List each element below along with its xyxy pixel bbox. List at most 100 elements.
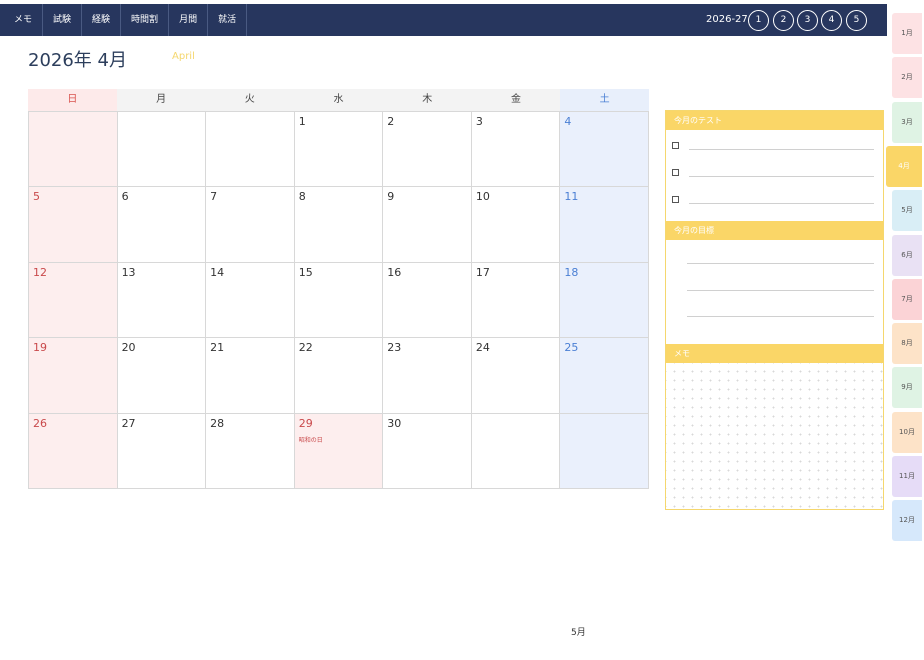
calendar-day-cell[interactable] <box>560 413 649 489</box>
year-circle-1[interactable]: 1 <box>748 10 769 31</box>
month-tab[interactable]: 9月 <box>892 367 922 409</box>
day-number: 9 <box>387 190 395 204</box>
test-checkbox[interactable] <box>672 196 679 203</box>
calendar-day-cell[interactable]: 22 <box>294 338 384 414</box>
calendar-day-cell[interactable] <box>206 112 295 188</box>
holiday-label: 昭和の日 <box>298 436 323 444</box>
month-tab[interactable]: 3月 <box>892 101 922 143</box>
day-number: 4 <box>564 115 572 128</box>
calendar-day-cell[interactable]: 25 <box>560 338 649 414</box>
calendar-day-cell[interactable]: 9 <box>383 187 472 263</box>
memo-dot-grid[interactable] <box>666 363 883 509</box>
day-number: 24 <box>475 341 490 355</box>
month-tab[interactable]: 6月 <box>892 234 922 276</box>
academic-year-label: 2026-27 <box>706 14 748 25</box>
test-line[interactable] <box>689 203 874 204</box>
day-number: 17 <box>475 265 490 279</box>
test-item <box>672 169 876 179</box>
day-number: 3 <box>475 115 483 128</box>
calendar-day-cell[interactable]: 8 <box>294 187 384 263</box>
calendar-day-cell[interactable]: 27 <box>117 413 207 489</box>
calendar-day-cell[interactable] <box>471 413 561 489</box>
calendar-day-cell[interactable]: 23 <box>383 338 472 414</box>
day-number: 14 <box>210 265 225 279</box>
calendar-day-cell[interactable]: 20 <box>117 338 207 414</box>
calendar-day-cell[interactable]: 29 昭和の日 <box>294 413 384 489</box>
weekday-mon: 月 <box>116 89 206 111</box>
month-tab[interactable]: 2月 <box>892 57 922 99</box>
month-calendar: 日 月 火 水 木 金 土 1 2 3 4 5 6 7 8 9 10 11 12 13 14 15 16 17 1… <box>28 89 650 489</box>
weekday-sun: 日 <box>28 89 117 111</box>
calendar-day-cell[interactable]: 12 <box>29 262 118 339</box>
calendar-day-cell[interactable]: 17 <box>471 262 561 339</box>
day-number: 12 <box>33 265 47 279</box>
calendar-day-cell[interactable]: 3 <box>471 112 561 188</box>
weekday-thu: 木 <box>382 89 472 111</box>
calendar-day-cell[interactable]: 7 <box>206 187 295 263</box>
nav-exam[interactable]: 試験 <box>43 4 83 36</box>
month-tab[interactable]: 10月 <box>892 411 922 453</box>
month-tab[interactable]: 5月 <box>892 190 922 232</box>
page-title: 2026年 4月 <box>28 50 127 71</box>
calendar-day-cell[interactable]: 14 <box>206 262 295 339</box>
weekday-header: 日 月 火 水 木 金 土 <box>28 89 650 111</box>
goal-section-title: 今月の目標 <box>666 221 883 240</box>
test-section <box>666 130 883 221</box>
day-number: 29 <box>298 416 313 430</box>
nav-timetable[interactable]: 時間割 <box>121 4 170 36</box>
calendar-day-cell[interactable]: 24 <box>471 338 561 414</box>
year-circle-5[interactable]: 5 <box>846 10 867 31</box>
nav-menu: メモ 試験 経験 時間割 月間 就活 <box>6 4 248 36</box>
calendar-day-cell[interactable]: 15 <box>294 262 384 339</box>
test-section-title: 今月のテスト <box>666 111 883 130</box>
top-nav-bar: メモ 試験 経験 時間割 月間 就活 2026-27 1 2 3 4 5 <box>0 4 887 36</box>
page-subtitle: April <box>172 51 195 62</box>
weekday-fri: 金 <box>471 89 561 111</box>
month-tab[interactable]: 4月 <box>886 145 922 187</box>
day-number: 15 <box>298 265 313 279</box>
weekday-tue: 火 <box>205 89 295 111</box>
calendar-day-cell[interactable]: 21 <box>206 338 295 414</box>
next-month-link[interactable]: 5月 <box>571 625 586 638</box>
calendar-day-cell[interactable]: 10 <box>471 187 561 263</box>
test-line[interactable] <box>689 149 874 150</box>
calendar-day-cell[interactable]: 28 <box>206 413 295 489</box>
day-number: 19 <box>33 341 47 355</box>
test-line[interactable] <box>689 176 874 177</box>
test-checkbox[interactable] <box>672 169 679 176</box>
calendar-day-cell[interactable] <box>29 112 118 188</box>
month-tab[interactable]: 7月 <box>892 278 922 320</box>
month-tab[interactable]: 11月 <box>892 456 922 497</box>
calendar-day-cell[interactable]: 26 <box>29 413 118 489</box>
nav-job-hunting[interactable]: 就活 <box>208 4 248 36</box>
day-number: 10 <box>475 190 490 204</box>
calendar-day-cell[interactable]: 11 <box>560 187 649 263</box>
month-tab[interactable]: 8月 <box>892 323 922 365</box>
day-number: 7 <box>210 190 218 204</box>
month-tab[interactable]: 12月 <box>892 500 922 542</box>
goal-line[interactable] <box>687 316 874 317</box>
goal-line[interactable] <box>687 290 874 291</box>
day-number: 27 <box>121 416 136 430</box>
day-number: 6 <box>121 190 129 204</box>
calendar-day-cell[interactable]: 13 <box>117 262 207 339</box>
year-circle-2[interactable]: 2 <box>773 10 794 31</box>
month-tab[interactable]: 1月 <box>892 13 922 54</box>
calendar-day-cell[interactable]: 19 <box>29 338 118 414</box>
calendar-day-cell[interactable]: 6 <box>117 187 207 263</box>
year-circle-4[interactable]: 4 <box>821 10 842 31</box>
calendar-day-cell[interactable]: 5 <box>29 187 118 263</box>
calendar-day-cell[interactable]: 4 <box>560 112 649 188</box>
test-checkbox[interactable] <box>672 142 679 149</box>
calendar-day-cell[interactable]: 2 <box>383 112 472 188</box>
goal-line[interactable] <box>687 263 874 264</box>
calendar-day-cell[interactable] <box>117 112 207 188</box>
nav-experience[interactable]: 経験 <box>82 4 122 36</box>
nav-memo[interactable]: メモ <box>6 4 44 36</box>
calendar-day-cell[interactable]: 18 <box>560 262 649 339</box>
calendar-day-cell[interactable]: 16 <box>383 262 472 339</box>
nav-monthly[interactable]: 月間 <box>169 4 209 36</box>
calendar-day-cell[interactable]: 1 <box>294 112 384 188</box>
year-circle-3[interactable]: 3 <box>797 10 818 31</box>
calendar-day-cell[interactable]: 30 <box>383 413 472 489</box>
